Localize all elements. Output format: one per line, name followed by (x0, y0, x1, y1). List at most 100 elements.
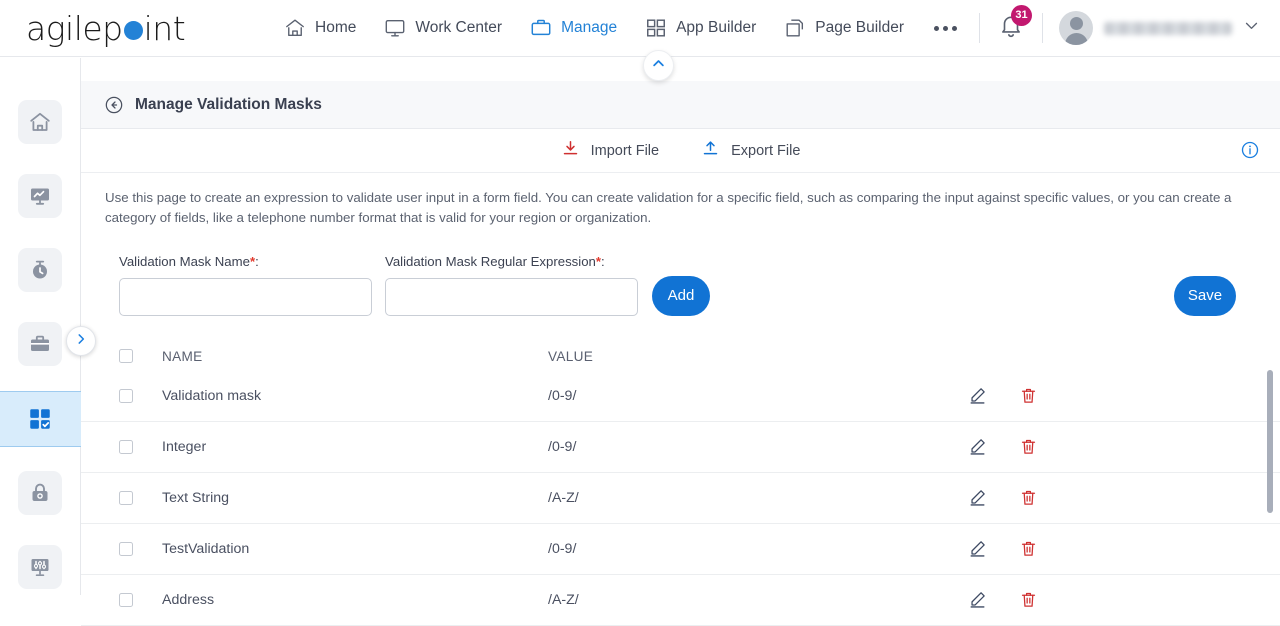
home-icon (284, 17, 306, 39)
validation-mask-name-field-group: Validation Mask Name*: (119, 254, 372, 316)
nav-item-work-center[interactable]: Work Center (370, 11, 516, 45)
nav-item-app-builder[interactable]: App Builder (631, 11, 770, 45)
pencil-icon[interactable] (968, 386, 987, 405)
dot-1-icon (934, 25, 939, 31)
nav-item-home[interactable]: Home (270, 11, 370, 45)
validation-mask-name-input[interactable] (119, 277, 372, 316)
sidebar-item-home[interactable] (0, 94, 81, 150)
chevron-down-icon[interactable] (1243, 17, 1260, 39)
logo-text-part1: agilep (26, 8, 123, 48)
validation-mask-name-label: Validation Mask Name*: (119, 254, 372, 269)
briefcase-icon (18, 322, 62, 367)
app-logo[interactable]: agilep int (0, 9, 270, 48)
import-file-button[interactable]: Import File (561, 139, 660, 162)
nav-item-page-builder[interactable]: Page Builder (770, 11, 918, 45)
row-checkbox[interactable] (119, 439, 133, 454)
table-header-row: NAME VALUE (81, 342, 1280, 371)
file-toolbar: Import File Export File (81, 129, 1280, 173)
main-nav-items: Home Work Center Manage App Builder Page (270, 4, 1260, 50)
nav-more-menu-button[interactable] (918, 16, 973, 41)
nav-divider (979, 13, 980, 43)
row-value: /0-9/ (548, 540, 577, 557)
top-navigation-bar: agilepint Home Work Center Manage App B (0, 0, 1280, 57)
nav-label-manage: Manage (561, 19, 618, 36)
stopwatch-icon (18, 248, 62, 293)
sidebar-item-reports[interactable] (0, 168, 81, 224)
username-label (1104, 21, 1232, 35)
main-content: Manage Validation Masks Import File Expo… (81, 50, 1280, 626)
trash-icon[interactable] (1019, 590, 1038, 609)
dot-3-icon (952, 25, 957, 31)
export-file-label: Export File (731, 142, 801, 159)
pencil-icon[interactable] (968, 539, 987, 558)
validation-mask-regex-input[interactable] (385, 277, 638, 316)
back-arrow-circle-icon[interactable] (104, 95, 124, 115)
notifications-button[interactable]: 31 (986, 4, 1036, 50)
trash-icon[interactable] (1019, 539, 1038, 558)
sidebar-item-settings[interactable] (0, 539, 81, 595)
row-value: /0-9/ (548, 438, 577, 455)
info-circle-icon[interactable] (1240, 140, 1260, 165)
sidebar-expand-button[interactable] (66, 326, 96, 356)
row-checkbox[interactable] (119, 541, 133, 556)
row-actions (968, 539, 1038, 558)
bell-icon (998, 16, 1024, 43)
validation-masks-table: NAME VALUE Validation mask /0-9/ Integer… (81, 342, 1280, 626)
sidebar-item-activity[interactable] (0, 242, 81, 298)
sidebar-item-apps[interactable] (0, 390, 81, 447)
upload-icon (701, 139, 720, 162)
row-value: /0-9/ (548, 387, 577, 404)
row-name: Integer (162, 438, 207, 455)
lock-icon (18, 470, 62, 515)
row-value: /A-Z/ (548, 591, 579, 608)
sidebar-item-access[interactable] (0, 465, 81, 521)
notification-count-badge: 31 (1011, 4, 1032, 26)
logo-text-part2: int (143, 8, 186, 48)
column-header-name: NAME (162, 348, 203, 364)
trash-icon[interactable] (1019, 437, 1038, 456)
monitor-icon (384, 17, 406, 39)
download-icon (561, 139, 580, 162)
add-mask-form: Validation Mask Name*: Validation Mask R… (81, 232, 1280, 316)
trash-icon[interactable] (1019, 488, 1038, 507)
row-name: Address (162, 591, 215, 608)
row-checkbox[interactable] (119, 490, 133, 505)
nav-item-manage[interactable]: Manage (516, 11, 631, 45)
collapse-header-button[interactable] (643, 50, 674, 81)
analytics-monitor-icon (18, 174, 62, 219)
trash-icon[interactable] (1019, 386, 1038, 405)
nav-label-app-builder: App Builder (676, 19, 757, 36)
nav-label-page-builder: Page Builder (815, 19, 904, 36)
row-checkbox[interactable] (119, 388, 133, 403)
page-header: Manage Validation Masks (81, 81, 1280, 129)
select-all-checkbox[interactable] (119, 349, 133, 364)
sliders-icon (18, 544, 62, 589)
page-title: Manage Validation Masks (135, 95, 322, 113)
pages-icon (784, 17, 806, 39)
table-row[interactable]: Address /A-Z/ (81, 575, 1280, 626)
chevron-right-icon (74, 332, 88, 351)
table-row[interactable]: Text String /A-Z/ (81, 473, 1280, 524)
pencil-icon[interactable] (968, 488, 987, 507)
table-scrollbar[interactable] (1267, 369, 1273, 513)
save-button[interactable]: Save (1174, 275, 1236, 316)
pencil-icon[interactable] (968, 437, 987, 456)
row-name: Text String (162, 489, 230, 506)
label-text: Validation Mask Regular Expression (385, 253, 596, 269)
row-actions (968, 590, 1038, 609)
pencil-icon[interactable] (968, 590, 987, 609)
add-button[interactable]: Add (652, 275, 710, 316)
export-file-button[interactable]: Export File (701, 139, 800, 162)
import-file-label: Import File (590, 142, 660, 159)
page-description: Use this page to create an expression to… (105, 190, 1232, 225)
table-row[interactable]: Integer /0-9/ (81, 422, 1280, 473)
table-row[interactable]: TestValidation /0-9/ (81, 524, 1280, 575)
label-colon: : (601, 253, 605, 269)
avatar (1059, 11, 1093, 45)
validation-mask-regex-field-group: Validation Mask Regular Expression*: (385, 254, 638, 316)
table-row[interactable]: Validation mask /0-9/ (81, 371, 1280, 422)
label-colon: : (255, 253, 259, 269)
dot-2-icon (943, 25, 948, 31)
briefcase-icon (530, 17, 552, 39)
user-menu[interactable] (1049, 11, 1260, 45)
